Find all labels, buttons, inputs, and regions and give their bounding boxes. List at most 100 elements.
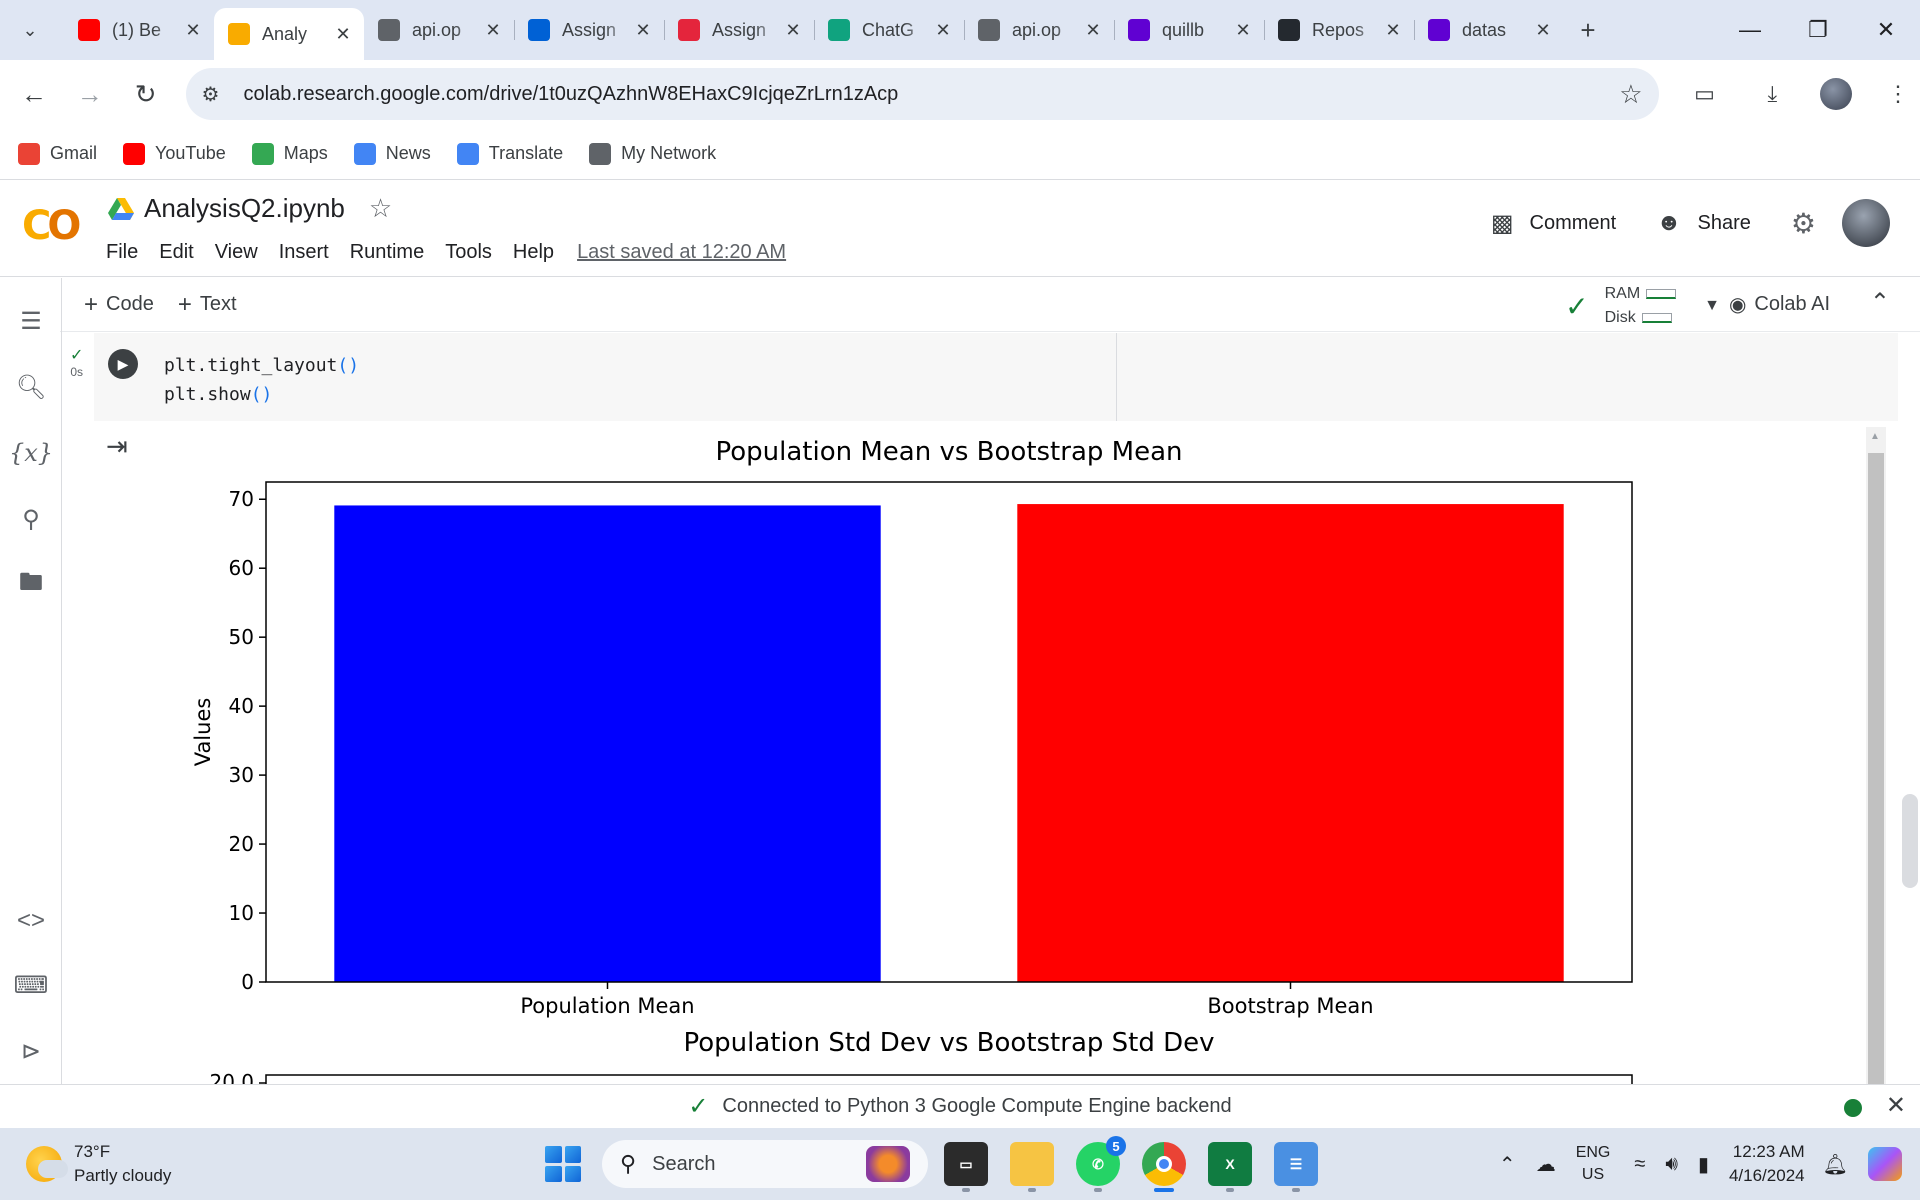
chevron-up-icon[interactable]: ⌃ xyxy=(1870,288,1890,317)
table-of-contents-icon[interactable]: ☰ xyxy=(12,302,50,340)
command-palette-icon[interactable]: ⌨ xyxy=(12,966,50,1004)
terminal-icon[interactable]: ⊳ xyxy=(12,1032,50,1070)
menu-help[interactable]: Help xyxy=(513,241,554,264)
close-icon[interactable]: ✕ xyxy=(1886,1091,1906,1120)
close-tab-icon[interactable]: ✕ xyxy=(332,24,354,45)
clock[interactable]: 12:23 AM 4/16/2024 xyxy=(1729,1140,1805,1188)
weather-widget[interactable]: 73°F Partly cloudy xyxy=(26,1140,171,1188)
new-tab-button[interactable]: + xyxy=(1568,10,1608,50)
task-view-icon[interactable]: ▭ xyxy=(944,1142,988,1192)
browser-tab[interactable]: Repos ✕ xyxy=(1264,8,1414,52)
close-window-button[interactable]: ✕ xyxy=(1852,0,1920,60)
resource-monitor[interactable]: ✓ RAM Disk ▼ xyxy=(1565,282,1720,330)
excel-icon[interactable]: X xyxy=(1208,1142,1252,1192)
browser-tab[interactable]: Assign ✕ xyxy=(514,8,664,52)
add-text-button[interactable]: + Text xyxy=(178,291,237,319)
menu-runtime[interactable]: Runtime xyxy=(350,241,424,264)
tab-search-button[interactable]: ⌄ xyxy=(8,8,52,52)
reload-button[interactable]: ↻ xyxy=(124,72,168,116)
notebook-title[interactable]: AnalysisQ2.ipynb xyxy=(144,193,345,224)
variables-icon[interactable]: {x} xyxy=(9,434,53,472)
language-indicator[interactable]: ENG US xyxy=(1576,1142,1611,1186)
run-cell-button[interactable]: ▶ xyxy=(108,349,138,379)
scroll-up-icon[interactable]: ▲ xyxy=(1870,431,1880,442)
comment-button[interactable]: ▩ Comment xyxy=(1491,209,1616,238)
caret-down-icon[interactable]: ▼ xyxy=(1704,297,1720,315)
chevron-up-icon[interactable]: ⌃ xyxy=(1499,1152,1516,1177)
scrollbar-thumb[interactable] xyxy=(1868,453,1884,1084)
start-button[interactable] xyxy=(545,1146,581,1182)
onedrive-icon[interactable]: ☁ xyxy=(1536,1152,1556,1177)
notification-bell-icon[interactable]: 🔔︎ xyxy=(1823,1152,1848,1177)
share-button[interactable]: ☻ Share xyxy=(1656,209,1751,237)
bookmark-item[interactable]: My Network xyxy=(589,142,716,165)
close-tab-icon[interactable]: ✕ xyxy=(632,20,654,41)
output-scrollbar[interactable]: ▲ xyxy=(1866,427,1886,1084)
menu-file[interactable]: File xyxy=(106,241,138,264)
close-tab-icon[interactable]: ✕ xyxy=(1082,20,1104,41)
y-tick-label: 50 xyxy=(229,625,254,649)
bookmark-star-icon[interactable]: ☆ xyxy=(1619,79,1642,110)
close-tab-icon[interactable]: ✕ xyxy=(782,20,804,41)
profile-avatar[interactable] xyxy=(1820,78,1853,110)
bookmark-item[interactable]: News xyxy=(353,142,431,165)
close-tab-icon[interactable]: ✕ xyxy=(1382,20,1404,41)
back-button[interactable]: ← xyxy=(12,72,56,116)
browser-tab[interactable]: Analy ✕ xyxy=(214,8,364,60)
code-lines[interactable]: plt.tight_layout() plt.show() xyxy=(164,351,359,409)
chrome-icon[interactable] xyxy=(1142,1142,1186,1192)
forward-button[interactable]: → xyxy=(68,72,112,116)
close-tab-icon[interactable]: ✕ xyxy=(1232,20,1254,41)
notepad-icon[interactable]: ☰ xyxy=(1274,1142,1318,1192)
browser-tab[interactable]: (1) Be ✕ xyxy=(64,8,214,52)
page-scrollbar-thumb[interactable] xyxy=(1902,794,1918,888)
restore-button[interactable]: ❐ xyxy=(1784,0,1852,60)
last-saved-link[interactable]: Last saved at 12:20 AM xyxy=(577,241,786,264)
browser-menu-button[interactable]: ⋮ xyxy=(1876,72,1920,116)
downloads-button[interactable]: ⤓ xyxy=(1750,72,1794,116)
close-tab-icon[interactable]: ✕ xyxy=(482,20,504,41)
browser-tab[interactable]: Assign ✕ xyxy=(664,8,814,52)
bookmark-item[interactable]: Maps xyxy=(251,142,328,165)
search-icon[interactable]: 🔍︎ xyxy=(12,368,50,406)
menu-insert[interactable]: Insert xyxy=(279,241,329,264)
browser-tab[interactable]: datas ✕ xyxy=(1414,8,1564,52)
star-icon[interactable]: ☆ xyxy=(369,193,392,224)
account-avatar[interactable] xyxy=(1842,199,1890,247)
google-drive-icon[interactable] xyxy=(108,197,134,220)
battery-icon[interactable]: ▮ xyxy=(1698,1152,1709,1177)
minimize-button[interactable]: — xyxy=(1716,0,1784,60)
close-tab-icon[interactable]: ✕ xyxy=(932,20,954,41)
url-text[interactable]: colab.research.google.com/drive/1t0uzQAz… xyxy=(244,83,1620,106)
whatsapp-icon[interactable]: ✆ 5 xyxy=(1076,1136,1126,1192)
browser-tab[interactable]: ChatG ✕ xyxy=(814,8,964,52)
close-tab-icon[interactable]: ✕ xyxy=(1532,20,1554,41)
browser-tab[interactable]: api.op ✕ xyxy=(964,8,1114,52)
bookmark-item[interactable]: Gmail xyxy=(18,142,97,165)
menu-view[interactable]: View xyxy=(215,241,258,264)
extensions-button[interactable]: ▭ xyxy=(1683,72,1727,116)
browser-tab[interactable]: api.op ✕ xyxy=(364,8,514,52)
code-snippets-icon[interactable]: <> xyxy=(12,902,50,940)
settings-gear-icon[interactable]: ⚙ xyxy=(1791,207,1816,240)
folder-icon[interactable]: 🖿︎ xyxy=(12,566,50,604)
colab-logo[interactable]: CO xyxy=(22,203,81,249)
close-tab-icon[interactable]: ✕ xyxy=(182,20,204,41)
site-settings-icon[interactable]: ⚙ xyxy=(202,82,232,107)
wifi-icon[interactable]: ≈ xyxy=(1634,1153,1645,1176)
code-editor[interactable]: ▶ plt.tight_layout() plt.show() xyxy=(94,333,1898,421)
colab-ai-button[interactable]: ◉ Colab AI xyxy=(1729,292,1830,317)
menu-edit[interactable]: Edit xyxy=(159,241,193,264)
key-icon[interactable]: ⚲ xyxy=(12,500,50,538)
browser-tab[interactable]: quillb ✕ xyxy=(1114,8,1264,52)
copilot-icon[interactable] xyxy=(1868,1147,1902,1181)
volume-icon[interactable]: 🔊︎ xyxy=(1665,1153,1678,1176)
add-code-button[interactable]: + Code xyxy=(84,291,154,319)
file-explorer-icon[interactable] xyxy=(1010,1142,1054,1192)
code-cell[interactable]: ✓ 0s ▶ plt.tight_layout() plt.show() xyxy=(62,333,1898,421)
taskbar-search[interactable]: ⚲ Search xyxy=(602,1140,928,1188)
bookmark-item[interactable]: YouTube xyxy=(123,142,226,165)
menu-tools[interactable]: Tools xyxy=(445,241,492,264)
bookmark-item[interactable]: Translate xyxy=(456,142,563,165)
address-bar[interactable]: ⚙ colab.research.google.com/drive/1t0uzQ… xyxy=(185,68,1659,120)
